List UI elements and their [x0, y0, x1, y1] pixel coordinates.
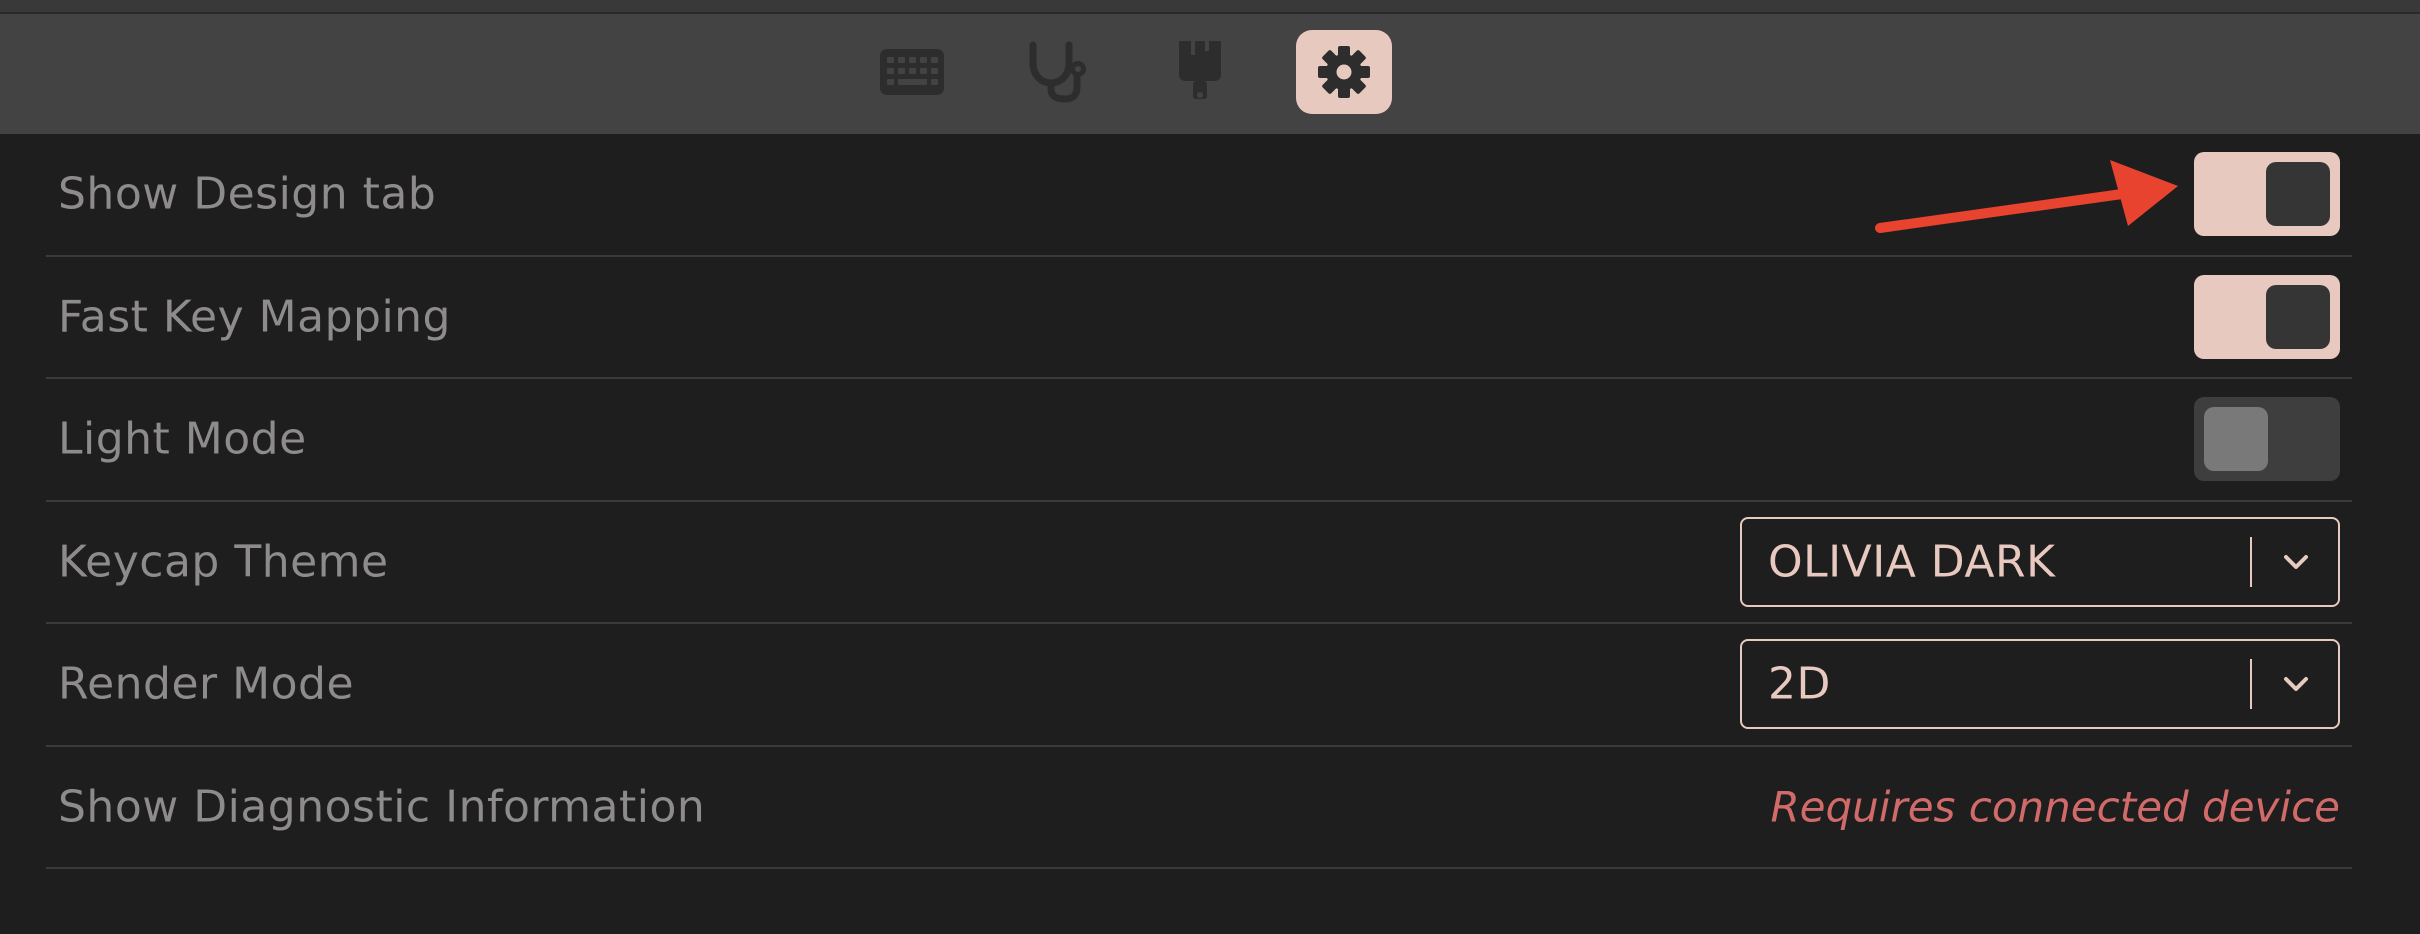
- tab-configure[interactable]: [864, 30, 960, 114]
- tab-bar: [0, 14, 2420, 134]
- setting-row-keycap-theme: Keycap Theme OLIVIA DARK: [46, 502, 2352, 624]
- setting-label: Keycap Theme: [58, 536, 389, 588]
- setting-row-light-mode: Light Mode: [46, 379, 2352, 502]
- toggle-knob: [2266, 162, 2330, 227]
- select-value: OLIVIA DARK: [1768, 536, 2056, 588]
- tab-debug[interactable]: [1008, 30, 1104, 114]
- select-separator: [2250, 536, 2252, 587]
- setting-row-fast-key-mapping: Fast Key Mapping: [46, 257, 2352, 379]
- tab-design[interactable]: [1152, 30, 1248, 114]
- chevron-down-icon: [2278, 666, 2314, 702]
- setting-label: Show Diagnostic Information: [58, 781, 706, 833]
- setting-row-show-diagnostic: Show Diagnostic Information Requires con…: [46, 747, 2352, 869]
- setting-row-render-mode: Render Mode 2D: [46, 624, 2352, 747]
- light-mode-toggle[interactable]: [2194, 397, 2340, 482]
- gear-icon: [1317, 45, 1371, 99]
- keyboard-icon: [879, 48, 945, 96]
- requires-device-note: Requires connected device: [1770, 782, 2340, 832]
- setting-label: Fast Key Mapping: [58, 291, 451, 343]
- chevron-down-icon: [2278, 544, 2314, 580]
- settings-list: Show Design tab Fast Key Mapping Light M…: [46, 134, 2352, 869]
- show-design-tab-toggle[interactable]: [2194, 152, 2340, 237]
- window-top-edge: [0, 0, 2420, 14]
- select-separator: [2250, 659, 2252, 710]
- keycap-theme-select[interactable]: OLIVIA DARK: [1740, 516, 2340, 607]
- fast-key-mapping-toggle[interactable]: [2194, 274, 2340, 359]
- render-mode-select[interactable]: 2D: [1740, 639, 2340, 730]
- paintbrush-icon: [1175, 39, 1225, 105]
- tab-settings[interactable]: [1296, 30, 1392, 114]
- toggle-knob: [2204, 407, 2268, 472]
- select-value: 2D: [1768, 658, 1831, 710]
- toggle-knob: [2266, 284, 2330, 349]
- setting-label: Light Mode: [58, 413, 307, 465]
- setting-label: Render Mode: [58, 658, 355, 710]
- stethoscope-icon: [1023, 41, 1089, 103]
- setting-row-show-design-tab: Show Design tab: [46, 134, 2352, 257]
- setting-label: Show Design tab: [58, 168, 437, 220]
